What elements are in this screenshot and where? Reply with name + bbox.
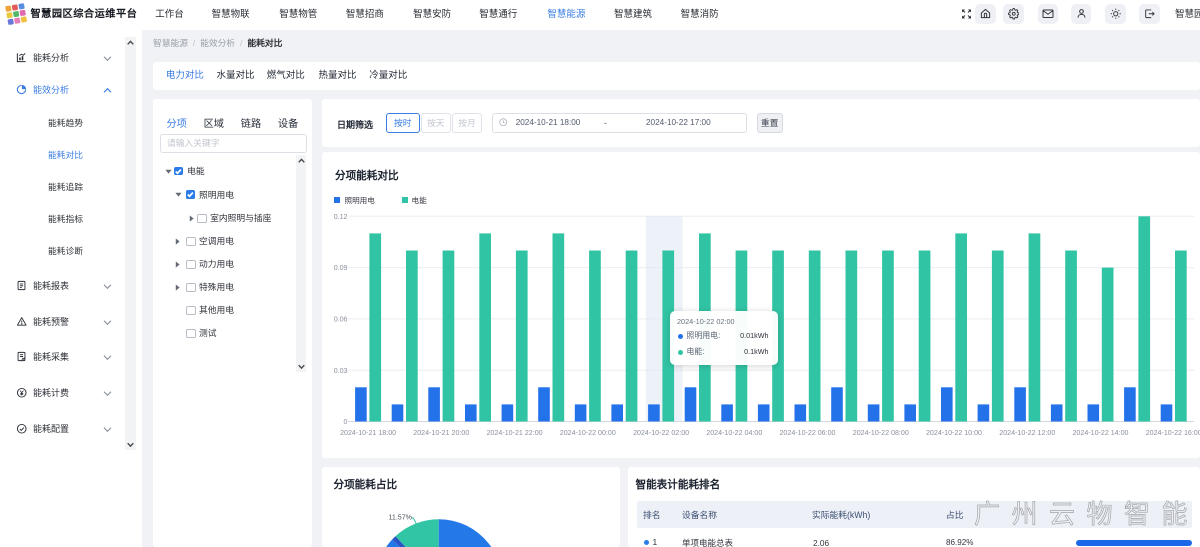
svg-text:2024-10-22 16:00: 2024-10-22 16:00 bbox=[1146, 429, 1200, 437]
svg-text:0: 0 bbox=[344, 418, 348, 426]
svg-text:2024-10-22 14:00: 2024-10-22 14:00 bbox=[1072, 429, 1128, 437]
svg-text:0.09: 0.09 bbox=[334, 264, 348, 272]
svg-text:2024-10-22 06:00: 2024-10-22 06:00 bbox=[779, 429, 835, 437]
svg-text:2024-10-21 20:00: 2024-10-21 20:00 bbox=[413, 429, 469, 437]
svg-text:2024-10-22 02:00: 2024-10-22 02:00 bbox=[633, 429, 689, 437]
svg-text:2024-10-22 08:00: 2024-10-22 08:00 bbox=[853, 429, 909, 437]
svg-text:2024-10-22 00:00: 2024-10-22 00:00 bbox=[560, 429, 616, 437]
svg-text:2024-10-21 18:00: 2024-10-21 18:00 bbox=[340, 429, 396, 437]
svg-text:2024-10-22 12:00: 2024-10-22 12:00 bbox=[999, 429, 1055, 437]
svg-text:2024-10-21 22:00: 2024-10-21 22:00 bbox=[487, 429, 543, 437]
svg-text:0.12: 0.12 bbox=[334, 213, 348, 221]
svg-text:2024-10-22 04:00: 2024-10-22 04:00 bbox=[706, 429, 762, 437]
svg-text:0.06: 0.06 bbox=[334, 316, 348, 324]
svg-text:2024-10-22 10:00: 2024-10-22 10:00 bbox=[926, 429, 982, 437]
svg-text:0.03: 0.03 bbox=[334, 367, 348, 375]
svg-text:11.57%: 11.57% bbox=[388, 513, 412, 521]
